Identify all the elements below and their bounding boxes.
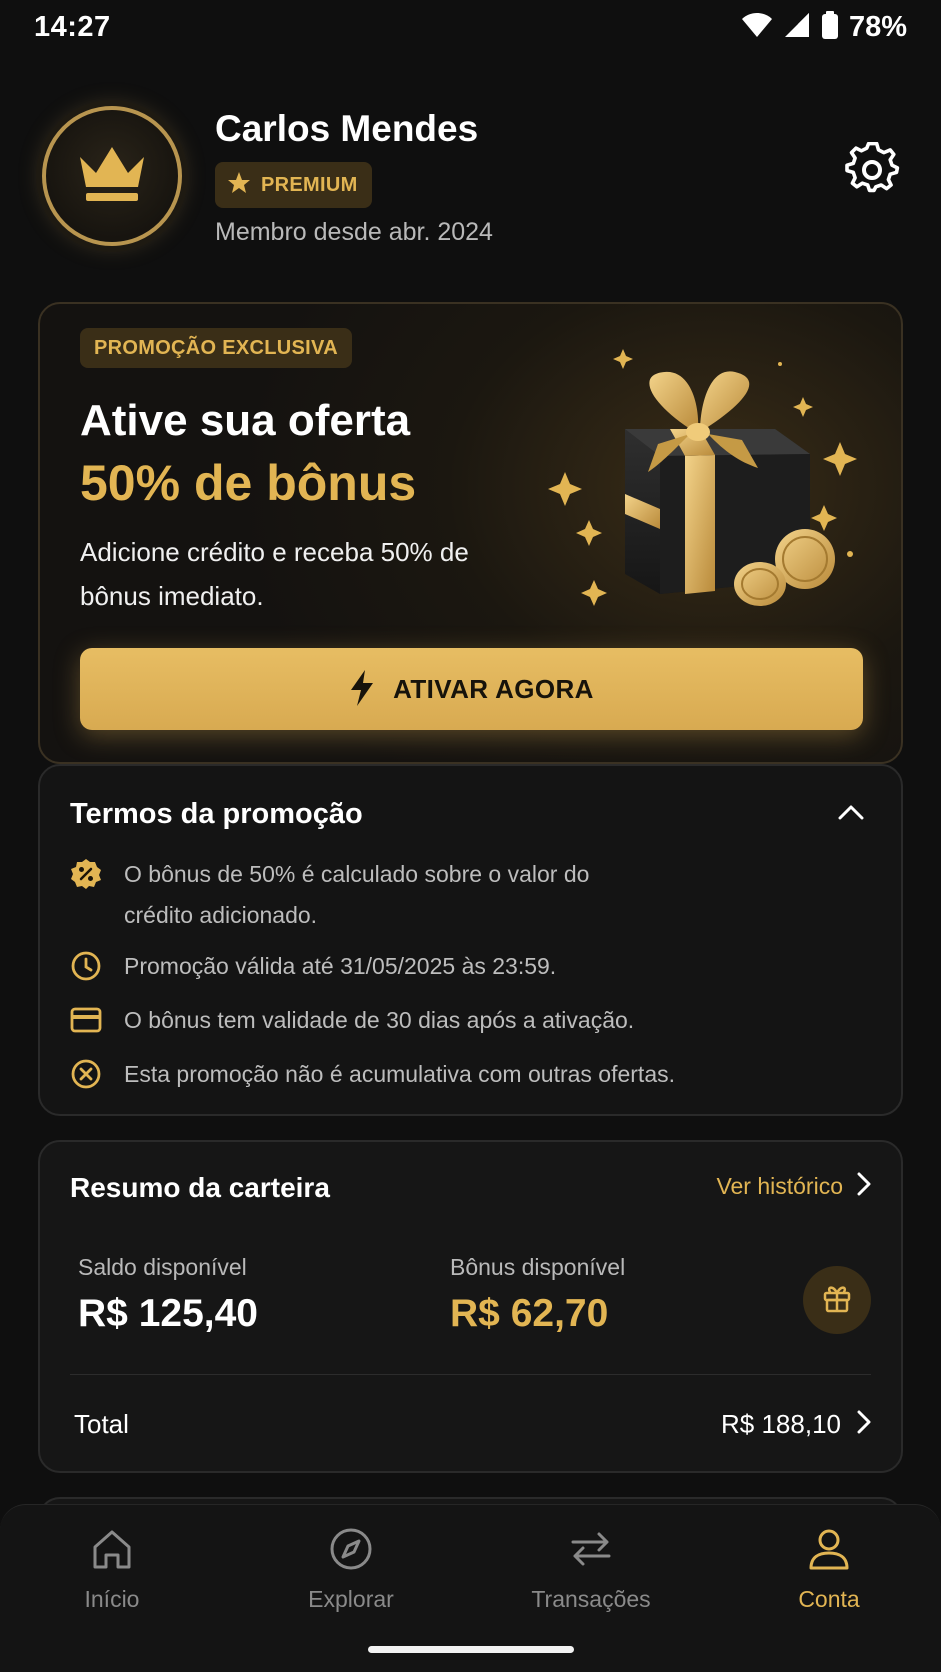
term-text: Promoção válida até 31/05/2025 às 23:59. [124, 953, 557, 979]
gift-illustration [530, 344, 890, 614]
total-right: R$ 188,10 [721, 1409, 871, 1440]
nav-label: Explorar [308, 1586, 394, 1612]
nav-item-conta[interactable]: Conta [729, 1527, 929, 1613]
wifi-icon [741, 12, 773, 43]
divider [70, 1374, 871, 1375]
battery-icon [821, 10, 839, 44]
term-item: Promoção válida até 31/05/2025 às 23:59. [70, 950, 860, 987]
nav-label: Transações [531, 1586, 651, 1612]
status-time: 14:27 [34, 10, 111, 43]
status-bar: 14:27 78% [0, 0, 941, 54]
wallet-card: Resumo da carteira Ver histórico Saldo d… [38, 1140, 903, 1473]
promo-bonus: 50% de bônus [80, 455, 417, 511]
promo-card: PROMOÇÃO EXCLUSIVA Ative sua oferta 50% … [38, 302, 903, 764]
term-item: O bônus de 50% é calculado sobre o valor… [70, 858, 860, 936]
signal-icon [783, 12, 811, 43]
total-label: Total [74, 1408, 129, 1439]
avatar[interactable] [42, 106, 182, 246]
promo-tag: PROMOÇÃO EXCLUSIVA [80, 328, 352, 368]
premium-label: PREMIUM [261, 173, 358, 196]
nav-item-inicio[interactable]: Início [12, 1527, 212, 1613]
chevron-right-icon [857, 1172, 871, 1201]
total-value: R$ 188,10 [721, 1408, 841, 1439]
crown-icon [76, 143, 148, 210]
lightning-icon [349, 669, 375, 709]
settings-button[interactable] [842, 141, 902, 203]
percent-icon [70, 858, 102, 890]
status-icons: 78% [741, 10, 907, 44]
terms-title: Termos da promoção [70, 798, 363, 830]
compass-icon [329, 1527, 373, 1576]
history-link-label: Ver histórico [716, 1173, 843, 1199]
user-icon [807, 1527, 851, 1576]
close-circle-icon [70, 1058, 102, 1090]
battery-percentage: 78% [848, 10, 907, 43]
balance-label: Saldo disponível [78, 1254, 247, 1280]
gift-button[interactable] [803, 1266, 871, 1334]
nav-item-transacoes[interactable]: Transações [491, 1527, 691, 1613]
wallet-title: Resumo da carteira [70, 1172, 330, 1203]
terms-card: Termos da promoção O bônus de 50% é calc… [38, 764, 903, 1116]
term-text: O bônus de 50% é calculado sobre o valor… [124, 861, 590, 928]
gift-icon [821, 1282, 853, 1319]
chevron-up-icon [838, 804, 864, 825]
nav-item-explorar[interactable]: Explorar [251, 1527, 451, 1613]
profile-header: Carlos Mendes PREMIUM Membro desde abr. … [42, 104, 902, 254]
card-icon [70, 1004, 102, 1036]
profile-name: Carlos Mendes [215, 108, 479, 149]
terms-collapse-button[interactable] [831, 794, 871, 834]
term-text: Esta promoção não é acumulativa com outr… [124, 1061, 676, 1087]
history-link[interactable]: Ver histórico [716, 1172, 871, 1201]
home-icon [90, 1527, 134, 1576]
term-item: O bônus tem validade de 30 dias após a a… [70, 1004, 860, 1041]
home-indicator[interactable] [368, 1646, 574, 1653]
activate-button-label: ATIVAR AGORA [393, 673, 594, 704]
promo-description: Adicione crédito e receba 50% de bônus i… [80, 537, 469, 611]
gear-icon [844, 141, 900, 203]
activate-button[interactable]: ATIVAR AGORA [80, 648, 863, 730]
term-text: O bônus tem validade de 30 dias após a a… [124, 1007, 635, 1033]
promo-title: Ative sua oferta [80, 396, 411, 445]
term-item: Esta promoção não é acumulativa com outr… [70, 1058, 860, 1095]
transfer-icon [569, 1527, 613, 1576]
nav-label: Conta [798, 1586, 860, 1612]
bonus-label: Bônus disponível [450, 1254, 626, 1280]
member-since: Membro desde abr. 2024 [215, 218, 493, 246]
chevron-right-icon [857, 1410, 871, 1439]
premium-badge: PREMIUM [215, 162, 372, 208]
nav-label: Início [84, 1586, 140, 1612]
clock-icon [70, 950, 102, 982]
balance-value: R$ 125,40 [78, 1292, 258, 1335]
star-icon [227, 171, 251, 200]
total-row[interactable]: Total R$ 188,10 [70, 1404, 871, 1444]
bonus-value: R$ 62,70 [450, 1292, 609, 1335]
